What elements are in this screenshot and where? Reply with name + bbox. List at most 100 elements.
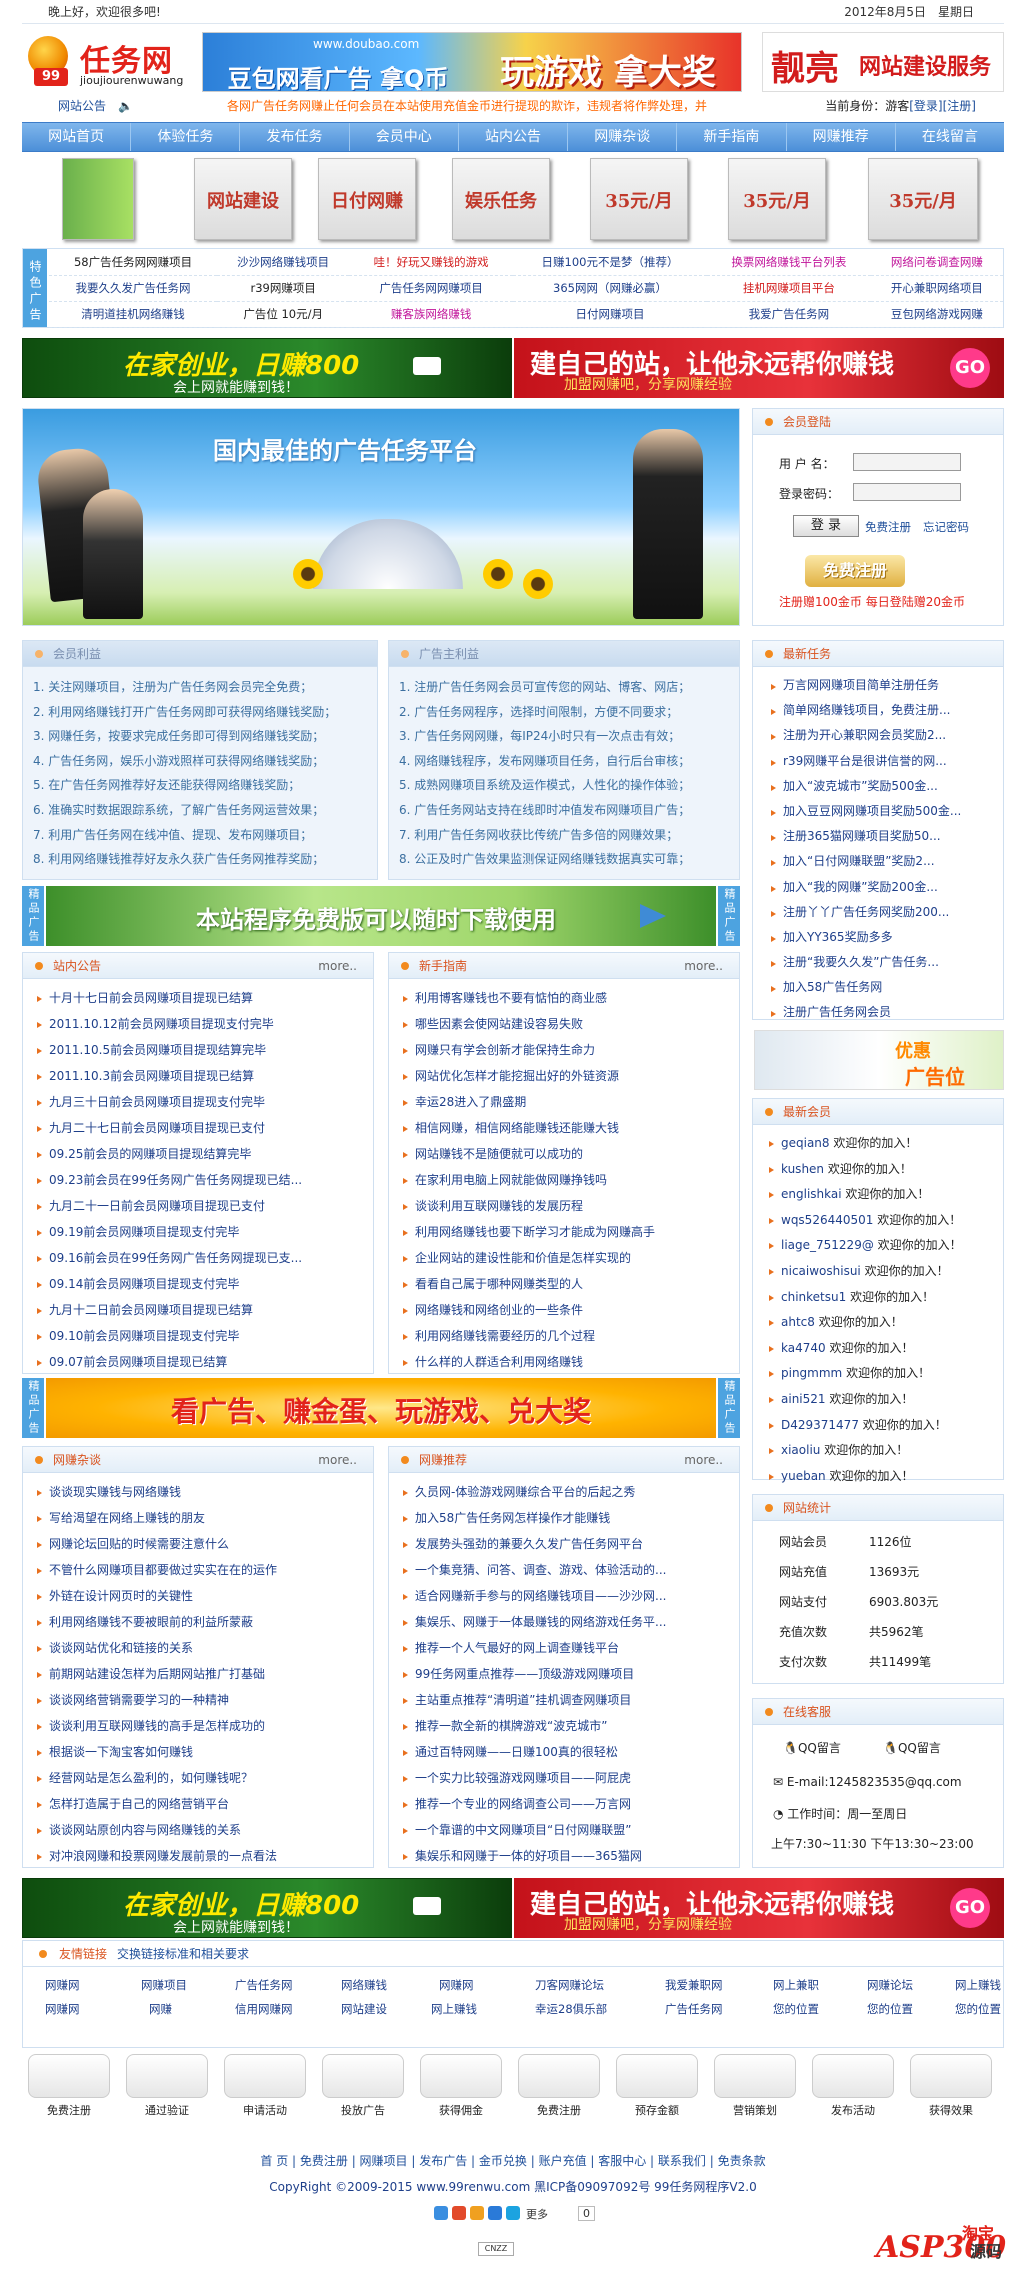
list-item[interactable]: 九月二十七日前会员网赚项目提现已支付 [35, 1115, 373, 1141]
list-item[interactable]: 网站赚钱不是随便就可以成功的 [401, 1141, 739, 1167]
nav-item-recommend[interactable]: 网赚推荐 [787, 123, 896, 151]
friend-link[interactable]: 网站建设 [341, 2001, 387, 2017]
list-item[interactable]: 什么样的人群适合利用网络赚钱 [401, 1349, 739, 1375]
process-step[interactable]: 发布活动 [810, 2054, 896, 2118]
list-item[interactable]: 一个靠谱的中文网赚项目“日付网赚联盟” [401, 1817, 739, 1843]
list-item[interactable]: 相信网赚，相信网络能赚钱还能赚大钱 [401, 1115, 739, 1141]
special-ad-link[interactable]: 开心兼职网络项目 [870, 275, 1003, 302]
list-item[interactable]: 2011.10.3前会员网赚项目提现已结算 [35, 1063, 373, 1089]
list-item[interactable]: 适合网赚新手参与的网络赚钱项目——沙沙网... [401, 1583, 739, 1609]
list-item[interactable]: 看看自己属于哪种网赚类型的人 [401, 1271, 739, 1297]
list-item[interactable]: 利用网络赚钱需要经历的几个过程 [401, 1323, 739, 1349]
friend-link[interactable]: 刀客网赚论坛 [535, 1977, 604, 1993]
friend-link[interactable]: 网赚 [149, 2001, 172, 2017]
list-item[interactable]: 不管什么网赚项目都要做过实实在在的运作 [35, 1557, 373, 1583]
list-item[interactable]: 前期网站建设怎样为后期网站推广打基础 [35, 1661, 373, 1687]
friend-link[interactable]: 网赚网 [45, 2001, 80, 2017]
list-item[interactable]: 09.10前会员网赚项目提现支付完毕 [35, 1323, 373, 1349]
list-item[interactable]: 谈谈利用互联网赚钱的高手是怎样成功的 [35, 1713, 373, 1739]
list-item[interactable]: 谈谈网站优化和链接的关系 [35, 1635, 373, 1661]
list-item[interactable]: 2011.10.12前会员网赚项目提现支付完毕 [35, 1011, 373, 1037]
list-item[interactable]: 外链在设计网页时的关键性 [35, 1583, 373, 1609]
friend-link[interactable]: 您的位置 [867, 2001, 913, 2017]
site-logo[interactable]: 99 任务网 jioujiourenwuwang [22, 30, 192, 92]
special-ad-link[interactable]: 沙沙网络赚钱项目 [217, 249, 350, 276]
list-item[interactable]: 谈谈现实赚钱与网络赚钱 [35, 1479, 373, 1505]
big-register-button[interactable]: 免费注册 [805, 555, 905, 587]
cnzz-counter[interactable]: CNZZ [478, 2242, 514, 2256]
process-step[interactable]: 通过验证 [124, 2054, 210, 2118]
special-ad-link[interactable]: 豆包网络游戏网赚 [870, 301, 1003, 328]
forgot-password-link[interactable]: 忘记密码 [923, 519, 969, 535]
process-step[interactable]: 投放广告 [320, 2054, 406, 2118]
process-step[interactable]: 免费注册 [26, 2054, 112, 2118]
special-ad-link[interactable]: 挂机网赚项目平台 [707, 275, 871, 302]
special-ad-link[interactable]: 网络问卷调查网赚 [870, 249, 1003, 276]
member-name[interactable]: geqian8 [781, 1136, 830, 1150]
list-item[interactable]: 09.25前会员的网赚项目提现结算完毕 [35, 1141, 373, 1167]
list-item[interactable]: 网赚论坛回贴的时候需要注意什么 [35, 1531, 373, 1557]
friend-link[interactable]: 广告任务网 [235, 1977, 293, 1993]
list-item[interactable]: 09.07前会员网赚项目提现已结算 [35, 1349, 373, 1375]
member-name[interactable]: yueban [781, 1469, 826, 1483]
share-kaixin-icon[interactable] [506, 2206, 520, 2220]
special-ad-link[interactable]: 我要久久发广告任务网 [49, 275, 218, 302]
friend-link[interactable]: 您的位置 [955, 2001, 1001, 2017]
list-item[interactable]: 通过百特网赚——日赚100真的很轻松 [401, 1739, 739, 1765]
red-banner-go-button[interactable]: GO [950, 1888, 990, 1928]
list-item[interactable]: 简单网络赚钱项目，免费注册... [769, 698, 1003, 723]
image-ad-2[interactable]: 日付网赚 [318, 158, 416, 240]
list-item[interactable]: 企业网站的建设性能和价值是怎样实现的 [401, 1245, 739, 1271]
red-banner-go-button[interactable]: GO [950, 348, 990, 388]
special-ad-link[interactable]: 58广告任务网网赚项目 [49, 249, 218, 276]
nav-item-publish-task[interactable]: 发布任务 [240, 123, 350, 151]
image-ad-5[interactable]: 35元/月 [728, 158, 826, 240]
list-item[interactable]: 2011.10.5前会员网赚项目提现结算完毕 [35, 1037, 373, 1063]
green-banner-ad-bottom[interactable]: 在家创业，日赚800 会上网就能赚到钱！ [22, 1878, 512, 1938]
qq-message-link[interactable]: 🐧QQ留言 [883, 1739, 941, 1756]
nav-item-trial-tasks[interactable]: 体验任务 [131, 123, 241, 151]
free-register-link[interactable]: 免费注册 [865, 519, 911, 535]
list-item[interactable]: 一个集竞猜、问答、调查、游戏、体验活动的... [401, 1557, 739, 1583]
list-item[interactable]: 谈谈利用互联网赚钱的发展历程 [401, 1193, 739, 1219]
list-item[interactable]: 九月二十一日前会员网赚项目提现已支付 [35, 1193, 373, 1219]
member-name[interactable]: nicaiwoshisui [781, 1264, 861, 1278]
friend-link[interactable]: 广告任务网 [665, 2001, 723, 2017]
footer-links[interactable]: 首 页 | 免费注册 | 网赚项目 | 发布广告 | 金币兑换 | 账户充值 |… [22, 2152, 1004, 2169]
list-item[interactable]: 注册“我要久久发”广告任务... [769, 950, 1003, 975]
list-item[interactable]: 加入“我的网赚”奖励200金... [769, 875, 1003, 900]
nav-item-talk[interactable]: 网赚杂谈 [568, 123, 678, 151]
member-name[interactable]: D429371477 [781, 1418, 859, 1432]
member-name[interactable]: aini521 [781, 1392, 826, 1406]
list-item[interactable]: 注册365猫网赚项目奖励50... [769, 824, 1003, 849]
special-ad-link[interactable]: 365网网（网赚必赢） [513, 275, 708, 302]
image-ad-6[interactable]: 35元/月 [868, 158, 978, 240]
nav-item-site-notice[interactable]: 站内公告 [459, 123, 569, 151]
link-exchange-link[interactable]: 交换链接标准和相关要求 [117, 1947, 249, 1961]
process-step[interactable]: 获得佣金 [418, 2054, 504, 2118]
list-item[interactable]: 利用网络赚钱不要被眼前的利益所蒙蔽 [35, 1609, 373, 1635]
list-item[interactable]: 推荐一个专业的网络调查公司——万言网 [401, 1791, 739, 1817]
green-banner-ad[interactable]: 在家创业，日赚800 会上网就能赚到钱！ [22, 338, 512, 398]
friend-link[interactable]: 网赚项目 [141, 1977, 187, 1993]
list-item[interactable]: 对冲浪网赚和投票网赚发展前景的一点看法 [35, 1843, 373, 1869]
promo-ad[interactable]: 优惠 广告位 [754, 1030, 1004, 1090]
member-name[interactable]: wqs526440501 [781, 1213, 873, 1227]
share-more-link[interactable]: 更多 [526, 2206, 548, 2222]
guide-more-link[interactable]: more.. [684, 953, 723, 979]
special-ad-link[interactable]: 日赚100元不是梦（推荐） [513, 249, 708, 276]
list-item[interactable]: 怎样打造属于自己的网络营销平台 [35, 1791, 373, 1817]
list-item[interactable]: 在家利用电脑上网就能做网赚挣钱吗 [401, 1167, 739, 1193]
share-star-icon[interactable] [434, 2206, 448, 2220]
list-item[interactable]: 99任务网重点推荐——顶级游戏网赚项目 [401, 1661, 739, 1687]
list-item[interactable]: 加入“波克城市”奖励500金... [769, 774, 1003, 799]
list-item[interactable]: 加入YY365奖励多多 [769, 925, 1003, 950]
image-ad-4[interactable]: 35元/月 [590, 158, 688, 240]
friend-link[interactable]: 网赚网 [45, 1977, 80, 1993]
list-item[interactable]: 网站优化怎样才能挖掘出好的外链资源 [401, 1063, 739, 1089]
friend-link[interactable]: 网赚论坛 [867, 1977, 913, 1993]
list-item[interactable]: 九月三十日前会员网赚项目提现支付完毕 [35, 1089, 373, 1115]
nav-item-member-center[interactable]: 会员中心 [350, 123, 459, 151]
nav-item-home[interactable]: 网站首页 [22, 123, 132, 151]
list-item[interactable]: 09.16前会员在99任务网广告任务网提现已支... [35, 1245, 373, 1271]
